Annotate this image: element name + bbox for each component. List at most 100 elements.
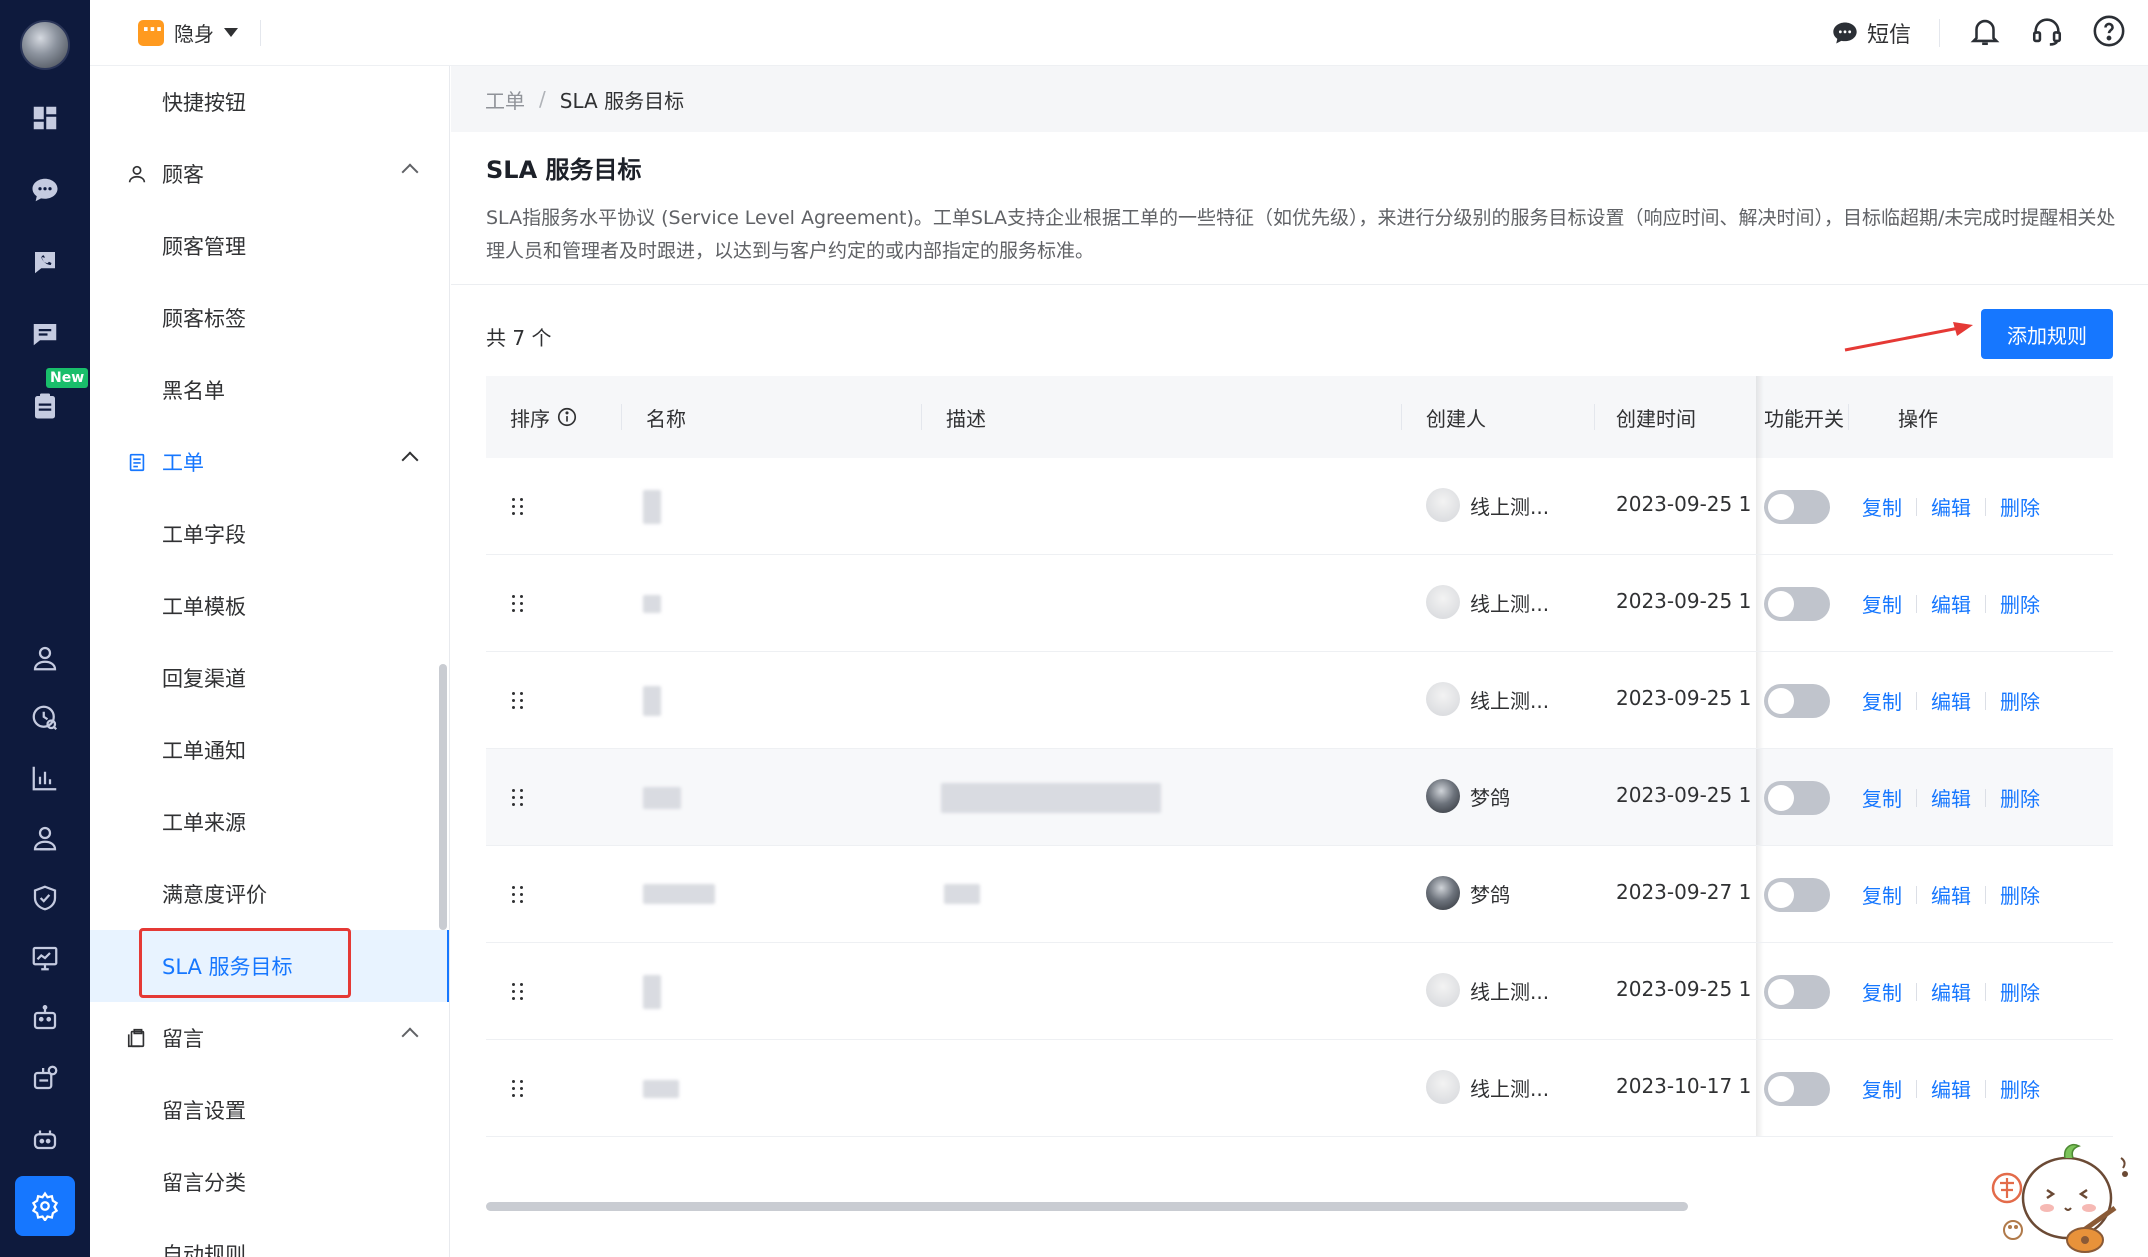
table-row[interactable]: 梦鸽 2023-09-27 1 复制 编辑 删除: [486, 846, 2113, 943]
menu-item-label: 工单字段: [162, 523, 246, 547]
help-icon[interactable]: [2092, 14, 2126, 52]
headset-icon[interactable]: [2030, 14, 2064, 52]
menu-item-label: 快捷按钮: [162, 91, 246, 115]
breadcrumb-parent[interactable]: 工单: [485, 85, 525, 114]
menu-scrollbar[interactable]: [439, 664, 447, 930]
creator: 线上测...: [1426, 682, 1549, 716]
menu-item-ticket-fields[interactable]: 工单字段: [90, 498, 449, 570]
menu-item-customer-management[interactable]: 顾客管理: [90, 210, 449, 282]
menu-item-reply-channels[interactable]: 回复渠道: [90, 642, 449, 714]
main-content: 工单 / SLA 服务目标 SLA 服务目标 SLA指服务水平协议 (Servi…: [451, 66, 2148, 1257]
delete-button[interactable]: 删除: [2000, 492, 2040, 521]
table-row[interactable]: 线上测... 2023-10-17 1 复制 编辑 删除: [486, 1040, 2113, 1137]
menu-item-message-settings[interactable]: 留言设置: [90, 1074, 449, 1146]
feature-toggle[interactable]: [1764, 587, 1830, 621]
robot-icon[interactable]: [27, 1000, 63, 1036]
feature-toggle[interactable]: [1764, 878, 1830, 912]
copy-button[interactable]: 复制: [1862, 977, 1902, 1006]
fixed-column-shadow: [1756, 555, 1764, 651]
page-title: SLA 服务目标: [486, 156, 642, 184]
bell-icon[interactable]: [1968, 14, 2002, 52]
menu-item-blacklist[interactable]: 黑名单: [90, 354, 449, 426]
mascot-assistant-icon[interactable]: [1985, 1128, 2135, 1257]
redacted-name: [643, 1080, 679, 1098]
history-search-icon[interactable]: [27, 700, 63, 736]
edit-button[interactable]: 编辑: [1931, 880, 1971, 909]
table-horizontal-scrollbar[interactable]: [486, 1202, 1688, 1211]
menu-item-ticket-notifications[interactable]: 工单通知: [90, 714, 449, 786]
drag-handle-icon[interactable]: [512, 1078, 526, 1098]
edit-button[interactable]: 编辑: [1931, 1074, 1971, 1103]
delete-button[interactable]: 删除: [2000, 686, 2040, 715]
delete-button[interactable]: 删除: [2000, 589, 2040, 618]
feature-toggle[interactable]: [1764, 975, 1830, 1009]
drag-handle-icon[interactable]: [512, 981, 526, 1001]
shield-check-icon[interactable]: [27, 880, 63, 916]
menu-item-satisfaction[interactable]: 满意度评价: [90, 858, 449, 930]
dashboard-icon[interactable]: [27, 100, 63, 136]
feature-toggle[interactable]: [1764, 781, 1830, 815]
drag-handle-icon[interactable]: [512, 884, 526, 904]
menu-item-customer-tags[interactable]: 顾客标签: [90, 282, 449, 354]
person-icon[interactable]: [27, 640, 63, 676]
copy-button[interactable]: 复制: [1862, 492, 1902, 521]
user-avatar[interactable]: [20, 20, 70, 70]
edit-button[interactable]: 编辑: [1931, 977, 1971, 1006]
delete-button[interactable]: 删除: [2000, 1074, 2040, 1103]
table-row[interactable]: 线上测... 2023-09-25 1 复制 编辑 删除: [486, 652, 2113, 749]
menu-item-sla[interactable]: SLA 服务目标: [90, 930, 449, 1002]
contacts-icon[interactable]: [27, 820, 63, 856]
info-icon[interactable]: [556, 406, 578, 428]
drag-handle-icon[interactable]: [512, 690, 526, 710]
edit-button[interactable]: 编辑: [1931, 783, 1971, 812]
copy-button[interactable]: 复制: [1862, 783, 1902, 812]
delete-button[interactable]: 删除: [2000, 880, 2040, 909]
table-row[interactable]: 梦鸽 2023-09-25 1 复制 编辑 删除: [486, 749, 2113, 846]
table-row[interactable]: 线上测... 2023-09-25 1 复制 编辑 删除: [486, 458, 2113, 555]
drag-handle-icon[interactable]: [512, 593, 526, 613]
add-rule-button[interactable]: 添加规则: [1981, 309, 2113, 359]
feature-toggle[interactable]: [1764, 684, 1830, 718]
menu-group-customer[interactable]: 顾客: [90, 138, 449, 210]
menu-item-label: 回复渠道: [162, 667, 246, 691]
menu-item-ticket-templates[interactable]: 工单模板: [90, 570, 449, 642]
monitor-icon[interactable]: [27, 940, 63, 976]
sms-button[interactable]: 短信: [1831, 17, 1911, 49]
bot-settings-icon[interactable]: [27, 1060, 63, 1096]
menu-item-auto-rules[interactable]: 自动规则: [90, 1218, 449, 1257]
menu-item-message-categories[interactable]: 留言分类: [90, 1146, 449, 1218]
copy-button[interactable]: 复制: [1862, 686, 1902, 715]
edit-button[interactable]: 编辑: [1931, 492, 1971, 521]
chat-icon[interactable]: [27, 172, 63, 208]
bar-chart-icon[interactable]: [27, 760, 63, 796]
menu-item-ticket-sources[interactable]: 工单来源: [90, 786, 449, 858]
feature-toggle[interactable]: [1764, 490, 1830, 524]
ticket-icon[interactable]: [27, 388, 63, 424]
copy-button[interactable]: 复制: [1862, 880, 1902, 909]
copy-button[interactable]: 复制: [1862, 1074, 1902, 1103]
created-time: 2023-09-25 1: [1616, 589, 1752, 613]
sms-label: 短信: [1866, 23, 1911, 48]
drag-handle-icon[interactable]: [512, 496, 526, 516]
copy-button[interactable]: 复制: [1862, 589, 1902, 618]
menu-group-leave-message[interactable]: 留言: [90, 1002, 449, 1074]
settings-button[interactable]: [15, 1176, 75, 1236]
delete-button[interactable]: 删除: [2000, 977, 2040, 1006]
phone-icon[interactable]: [27, 244, 63, 280]
creator-name: 线上测...: [1470, 494, 1550, 519]
status-dropdown[interactable]: 隐身: [138, 17, 238, 47]
edit-button[interactable]: 编辑: [1931, 686, 1971, 715]
column-divider: [1594, 404, 1595, 430]
menu-item-quick-buttons[interactable]: 快捷按钮: [90, 66, 449, 138]
delete-button[interactable]: 删除: [2000, 783, 2040, 812]
column-divider: [921, 404, 922, 430]
drag-handle-icon[interactable]: [512, 787, 526, 807]
feature-toggle[interactable]: [1764, 1072, 1830, 1106]
bot-chat-icon[interactable]: [27, 1120, 63, 1156]
avatar: [1426, 488, 1460, 522]
edit-button[interactable]: 编辑: [1931, 589, 1971, 618]
table-row[interactable]: 线上测... 2023-09-25 1 复制 编辑 删除: [486, 555, 2113, 652]
menu-group-ticket[interactable]: 工单: [90, 426, 449, 498]
table-row[interactable]: 线上测... 2023-09-25 1 复制 编辑 删除: [486, 943, 2113, 1040]
message-icon[interactable]: [27, 316, 63, 352]
